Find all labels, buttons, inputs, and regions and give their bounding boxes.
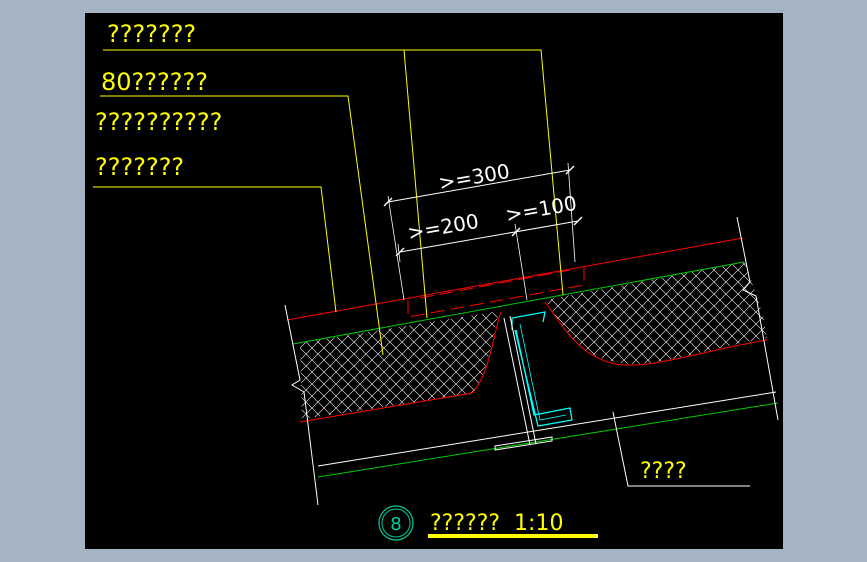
purlin-web-line-2 bbox=[509, 315, 537, 445]
detail-title: ?????? 1:10 bbox=[430, 511, 563, 536]
callout-label-3: ?????????? bbox=[95, 108, 222, 136]
detail-number: 8 bbox=[390, 514, 401, 535]
callout-label-2: 80?????? bbox=[101, 68, 208, 96]
side-label: ???? bbox=[640, 459, 687, 484]
dimension-right-label: >=100 bbox=[504, 191, 579, 227]
callout-label-1: ??????? bbox=[107, 20, 196, 48]
roof-joint-detail-drawing: ??????? 80?????? ?????????? ??????? >=30… bbox=[93, 20, 779, 541]
insulation-hatch-right bbox=[545, 262, 767, 364]
insulation-hatch-left bbox=[300, 311, 500, 419]
callout-label-4: ??????? bbox=[95, 153, 184, 181]
purlin-section-inner bbox=[519, 323, 567, 421]
callout-leader-3 bbox=[93, 186, 337, 313]
dimension-overall-label: >=300 bbox=[437, 159, 512, 195]
callout-leader-1b bbox=[403, 49, 428, 319]
dim-sub-ext-mid bbox=[514, 223, 528, 301]
dim-overall-ext-left bbox=[387, 195, 405, 301]
deck-green-line bbox=[317, 402, 779, 478]
